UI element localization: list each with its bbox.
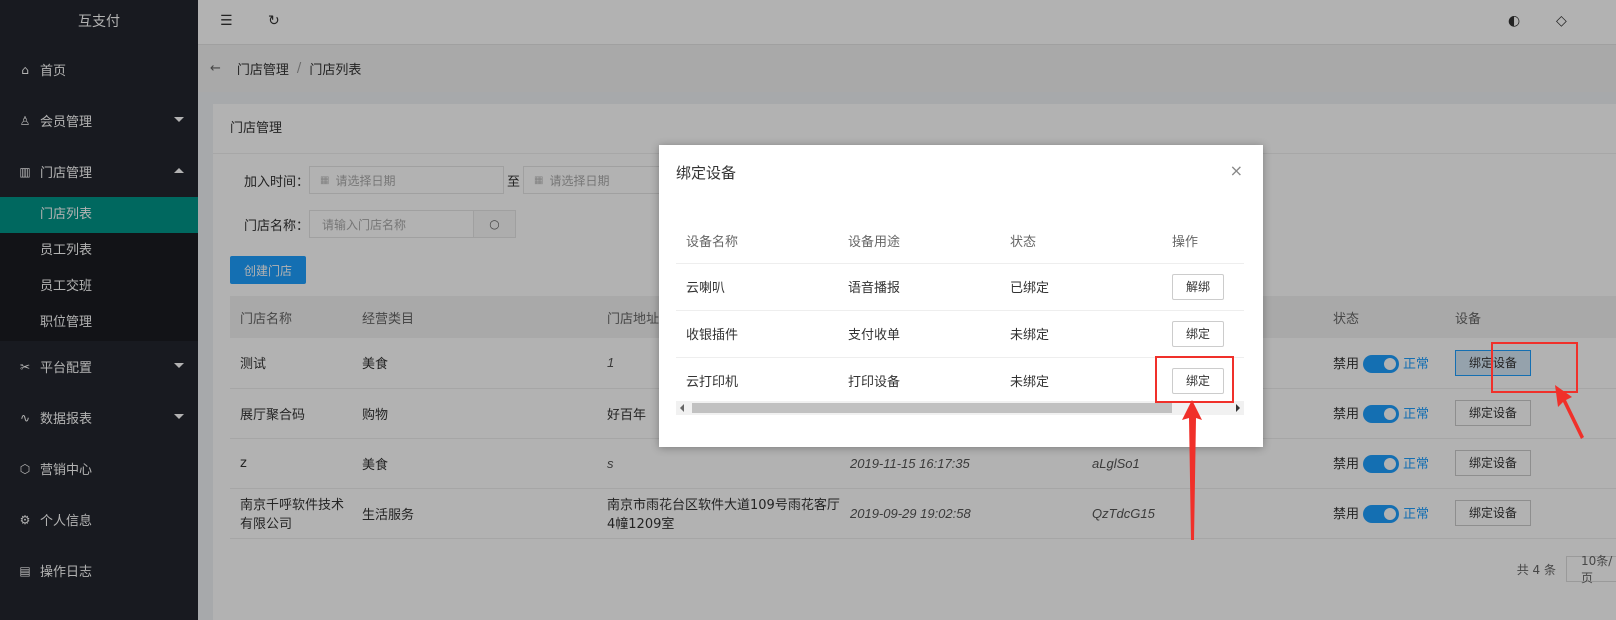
table-row: 云喇叭 语音播报 已绑定 解绑 [676, 263, 1244, 311]
scroll-left-icon[interactable] [680, 404, 684, 412]
cell-device-status: 未绑定 [1000, 310, 1162, 358]
cell-device-action: 解绑 [1162, 263, 1244, 311]
bind-button[interactable]: 绑定 [1172, 320, 1224, 347]
close-icon[interactable]: × [1230, 161, 1243, 180]
annotation-arrow-up [1182, 400, 1202, 540]
cell-device-action: 绑定 [1162, 310, 1244, 358]
scrollbar-thumb[interactable] [692, 403, 1172, 413]
cell-device-usage: 打印设备 [838, 357, 1000, 405]
horizontal-scrollbar[interactable] [676, 401, 1244, 415]
col-device-status: 状态 [1000, 219, 1162, 264]
cell-device-status: 未绑定 [1000, 357, 1162, 405]
cell-device-name: 收银插件 [676, 310, 838, 358]
table-header-row: 设备名称 设备用途 状态 操作 [676, 219, 1244, 264]
annotation-arrow-diagonal [1555, 385, 1584, 439]
annotation-box-modal-bind [1155, 356, 1234, 403]
modal-title: 绑定设备 [676, 164, 737, 182]
cell-device-name: 云喇叭 [676, 263, 838, 311]
col-device-name: 设备名称 [676, 219, 838, 264]
cell-device-usage: 语音播报 [838, 263, 1000, 311]
col-device-action: 操作 [1162, 219, 1244, 264]
table-row: 收银插件 支付收单 未绑定 绑定 [676, 310, 1244, 358]
scroll-right-icon[interactable] [1236, 404, 1240, 412]
cell-device-usage: 支付收单 [838, 310, 1000, 358]
cell-device-name: 云打印机 [676, 357, 838, 405]
cell-device-status: 已绑定 [1000, 263, 1162, 311]
unbind-button[interactable]: 解绑 [1172, 273, 1224, 300]
col-device-usage: 设备用途 [838, 219, 1000, 264]
